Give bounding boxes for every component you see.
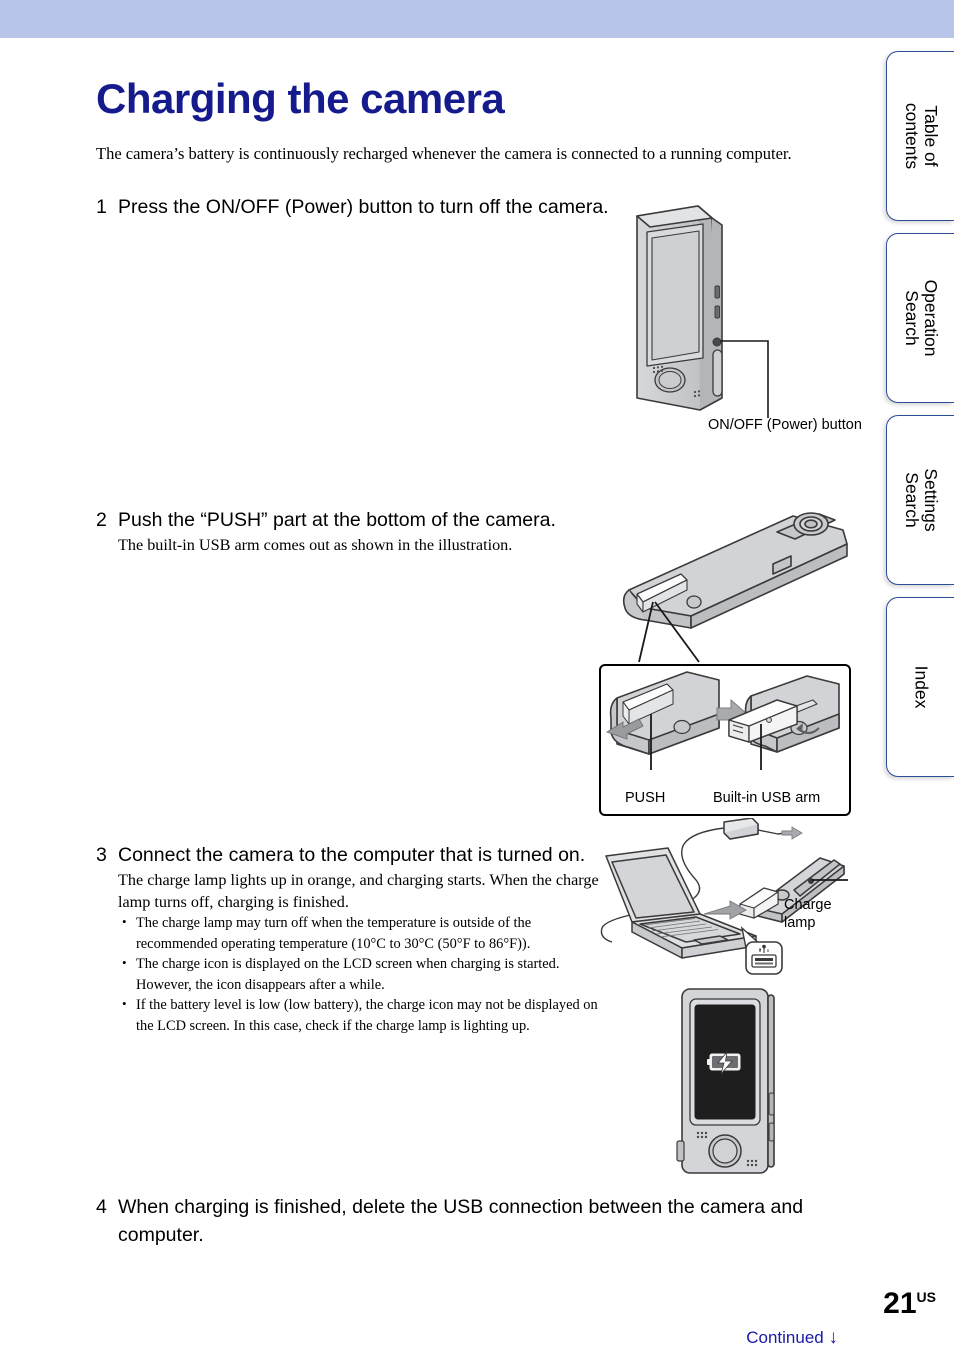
usb-port-callout (740, 926, 783, 975)
step-4-heading: 4 When charging is finished, delete the … (96, 1193, 836, 1249)
step-3-heading: 3 Connect the camera to the computer tha… (96, 841, 606, 869)
step-3-number: 3 (96, 844, 107, 866)
step-4-number: 4 (96, 1196, 107, 1218)
sidebar-item-label: Index (911, 665, 931, 709)
page-number-suffix: US (916, 1289, 936, 1305)
note-item: If the battery level is low (low battery… (118, 994, 606, 1036)
step-1-number: 1 (96, 196, 107, 218)
step-3-title: Connect the camera to the computer that … (118, 844, 586, 866)
step-3-description: The charge lamp lights up in orange, and… (118, 871, 599, 911)
continued-label: Continued (746, 1328, 824, 1347)
push-label: PUSH (625, 790, 666, 806)
page-number: 21US (883, 1287, 936, 1321)
sidebar-item-table-of-contents[interactable]: Table of contents (886, 51, 954, 221)
step-3: 3 Connect the camera to the computer tha… (96, 841, 606, 1036)
usb-arm-detail-box: PUSH Built-in USB arm (599, 664, 851, 816)
power-arrow-icon (781, 826, 803, 840)
power-button-callout-label: ON/OFF (Power) button (708, 417, 862, 433)
step-2-title: Push the “PUSH” part at the bottom of th… (118, 509, 556, 531)
laptop-connection-illustration: Charge lamp (596, 817, 866, 993)
sidebar-item-index[interactable]: Index (886, 597, 954, 777)
camera-lcd-svg (676, 988, 775, 1174)
callout-leader-line (720, 340, 769, 418)
intro-paragraph: The camera’s battery is continuously rec… (96, 143, 792, 163)
top-banner (0, 0, 954, 38)
usb-arm-label: Built-in USB arm (713, 790, 821, 806)
step-4-title: When charging is finished, delete the US… (118, 1196, 804, 1246)
charge-lamp-callout-label: Charge lamp (784, 897, 832, 931)
down-arrow-icon: ↓ (828, 1327, 839, 1348)
step-4: 4 When charging is finished, delete the … (96, 1193, 836, 1249)
power-cord (681, 827, 725, 899)
step-2-heading: 2 Push the “PUSH” part at the bottom of … (96, 506, 616, 534)
continued-link[interactable]: Continued ↓ (746, 1327, 838, 1349)
step-3-notes: The charge lamp may turn off when the te… (118, 912, 606, 1036)
step-1-heading: 1 Press the ON/OFF (Power) button to tur… (96, 193, 616, 221)
sidebar-item-operation-search[interactable]: Operation Search (886, 233, 954, 403)
step-2: 2 Push the “PUSH” part at the bottom of … (96, 506, 616, 556)
sidebar-item-label: Table of contents (901, 102, 941, 170)
page-number-value: 21 (883, 1287, 917, 1320)
power-button-dot-icon (712, 337, 722, 347)
step-1-title: Press the ON/OFF (Power) button to turn … (118, 196, 609, 218)
camera-usb-arm-illustration: PUSH Built-in USB arm (595, 468, 865, 823)
charge-lamp-dot-icon (808, 878, 814, 884)
page-content: Charging the camera The camera’s battery… (0, 38, 878, 1369)
camera-power-button-illustration: ON/OFF (Power) button (600, 198, 870, 458)
step-1: 1 Press the ON/OFF (Power) button to tur… (96, 193, 616, 221)
page-title: Charging the camera (96, 75, 505, 123)
note-item: The charge icon is displayed on the LCD … (118, 953, 606, 995)
sidebar-item-label: Settings Search (901, 468, 941, 532)
sidebar-item-label: Operation Search (901, 279, 941, 357)
sidebar-item-settings-search[interactable]: Settings Search (886, 415, 954, 585)
note-item: The charge lamp may turn off when the te… (118, 912, 606, 954)
step-3-body: The charge lamp lights up in orange, and… (118, 869, 606, 1036)
camera-lcd-charging-icon-illustration (668, 983, 798, 1183)
step-2-body: The built-in USB arm comes out as shown … (118, 536, 513, 554)
step-2-number: 2 (96, 509, 107, 531)
